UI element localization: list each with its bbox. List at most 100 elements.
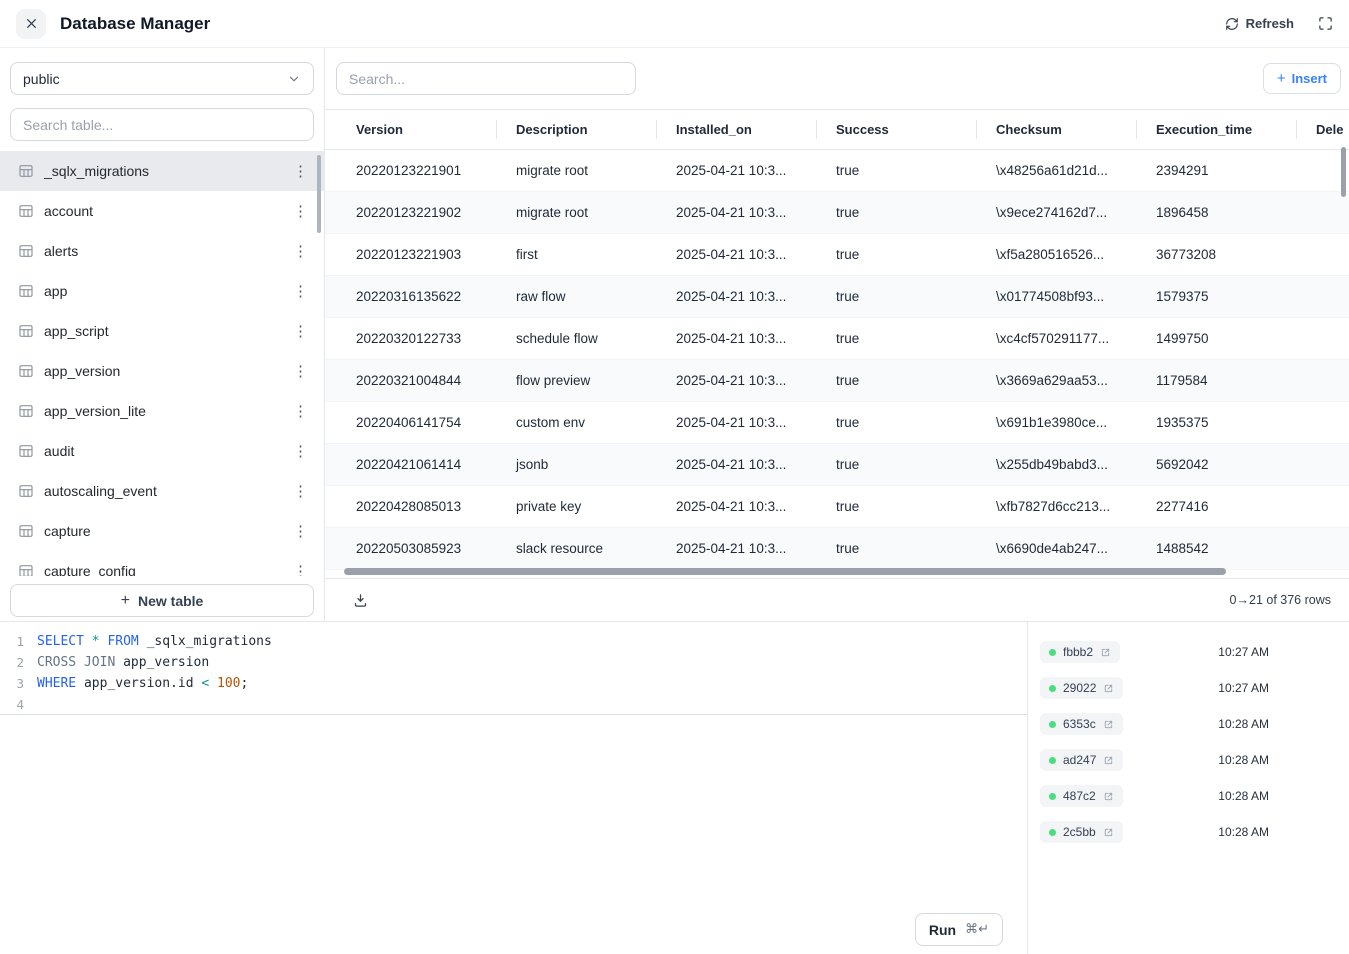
insert-button[interactable]: + Insert <box>1263 63 1341 94</box>
table-menu-button[interactable]: ⋮ <box>291 444 310 459</box>
cell-version: 20220123221902 <box>336 192 496 233</box>
sidebar-item-autoscaling_event[interactable]: autoscaling_event⋮ <box>0 471 324 511</box>
run-id: fbbb2 <box>1063 645 1093 659</box>
line-number: 3 <box>0 673 24 694</box>
table-menu-button[interactable]: ⋮ <box>291 524 310 539</box>
code-line: 3WHERE app_version.id < 100; <box>0 673 1027 694</box>
code-text <box>24 694 37 714</box>
history-item[interactable]: ad24710:28 AM <box>1028 742 1349 778</box>
horizontal-scrollbar[interactable] <box>344 568 1226 575</box>
history-item[interactable]: 487c210:28 AM <box>1028 778 1349 814</box>
sidebar-item-app_version[interactable]: app_version⋮ <box>0 351 324 391</box>
sidebar-item-account[interactable]: account⋮ <box>0 191 324 231</box>
cell-execution_time: 36773208 <box>1136 234 1296 275</box>
fullscreen-button[interactable] <box>1318 16 1333 31</box>
run-id: 487c2 <box>1063 789 1096 803</box>
column-header-description[interactable]: Description <box>496 110 656 149</box>
run-badge[interactable]: 29022 <box>1040 677 1123 699</box>
cell-version: 20220428085013 <box>336 486 496 527</box>
column-header-execution_time[interactable]: Execution_time <box>1136 110 1296 149</box>
table-icon <box>18 523 34 539</box>
history-item[interactable]: 2c5bb 10:28 AM <box>1028 814 1349 850</box>
run-badge[interactable]: fbbb2 <box>1040 641 1120 663</box>
sidebar-item-capture_config[interactable]: capture_config⋮ <box>0 551 324 576</box>
sidebar-item-audit[interactable]: audit⋮ <box>0 431 324 471</box>
run-badge[interactable]: 487c2 <box>1040 785 1123 807</box>
refresh-icon <box>1225 17 1239 31</box>
cell-deleted <box>1296 234 1349 275</box>
history-item[interactable]: 2902210:27 AM <box>1028 670 1349 706</box>
sidebar-item-app_script[interactable]: app_script ⋮ <box>0 311 324 351</box>
table-icon <box>18 163 34 179</box>
table-menu-button[interactable]: ⋮ <box>291 284 310 299</box>
column-header-deleted[interactable]: Dele <box>1296 110 1349 149</box>
chevron-down-icon <box>287 72 301 86</box>
table-name-label: app_script <box>44 323 281 339</box>
column-header-success[interactable]: Success <box>816 110 976 149</box>
sidebar-item-_sqlx_migrations[interactable]: _sqlx_migrations⋮ <box>0 151 324 191</box>
cell-execution_time: 1179584 <box>1136 360 1296 401</box>
vertical-scrollbar[interactable] <box>1341 147 1346 197</box>
table-row[interactable]: 20220316135622raw flow2025-04-21 10:3...… <box>325 276 1349 318</box>
table-menu-button[interactable]: ⋮ <box>291 244 310 259</box>
cell-success: true <box>816 486 976 527</box>
cell-deleted <box>1296 528 1349 569</box>
cell-version: 20220320122733 <box>336 318 496 359</box>
table-row[interactable]: 20220123221902migrate root2025-04-21 10:… <box>325 192 1349 234</box>
sidebar-item-app[interactable]: app⋮ <box>0 271 324 311</box>
run-badge[interactable]: 6353c <box>1040 713 1123 735</box>
status-dot-success <box>1049 649 1056 656</box>
table-row[interactable]: 20220123221901migrate root2025-04-21 10:… <box>325 150 1349 192</box>
cell-version: 20220316135622 <box>336 276 496 317</box>
table-menu-button[interactable]: ⋮ <box>291 564 310 577</box>
table-menu-button[interactable]: ⋮ <box>291 404 310 419</box>
table-row[interactable]: 20220503085923slack resource2025-04-21 1… <box>325 528 1349 570</box>
run-shortcut-hint: ⌘↵ <box>965 922 989 937</box>
run-badge[interactable]: ad247 <box>1040 749 1123 771</box>
table-row[interactable]: 20220406141754custom env2025-04-21 10:3.… <box>325 402 1349 444</box>
status-dot-success <box>1049 721 1056 728</box>
cell-deleted <box>1296 444 1349 485</box>
history-item[interactable]: fbbb210:27 AM <box>1028 634 1349 670</box>
refresh-button[interactable]: Refresh <box>1225 16 1294 31</box>
column-header-version[interactable]: Version <box>336 110 496 149</box>
sidebar-item-alerts[interactable]: alerts⋮ <box>0 231 324 271</box>
cell-installed_on: 2025-04-21 10:3... <box>656 318 816 359</box>
column-header-checksum[interactable]: Checksum <box>976 110 1136 149</box>
table-row[interactable]: 20220421061414jsonb2025-04-21 10:3...tru… <box>325 444 1349 486</box>
cell-version: 20220421061414 <box>336 444 496 485</box>
table-name-label: app_version_lite <box>44 403 281 419</box>
sidebar-item-app_version_lite[interactable]: app_version_lite ⋮ <box>0 391 324 431</box>
table-row[interactable]: 20220428085013private key2025-04-21 10:3… <box>325 486 1349 528</box>
sql-editor[interactable]: 1SELECT * FROM _sqlx_migrations2CROSS JO… <box>0 622 1027 954</box>
schema-select[interactable]: public <box>10 62 314 95</box>
cell-deleted <box>1296 402 1349 443</box>
run-button[interactable]: Run ⌘↵ <box>915 913 1003 946</box>
sidebar-item-capture[interactable]: capture⋮ <box>0 511 324 551</box>
close-button[interactable] <box>16 9 46 39</box>
history-item[interactable]: 6353c10:28 AM <box>1028 706 1349 742</box>
table-menu-button[interactable]: ⋮ <box>291 484 310 499</box>
cell-checksum: \xc4cf570291177... <box>976 318 1136 359</box>
table-row[interactable]: 20220320122733schedule flow2025-04-21 10… <box>325 318 1349 360</box>
sidebar-scrollbar[interactable] <box>317 155 321 233</box>
column-header-installed_on[interactable]: Installed_on <box>656 110 816 149</box>
cell-installed_on: 2025-04-21 10:3... <box>656 528 816 569</box>
table-panel: + Insert VersionDescriptionInstalled_onS… <box>325 48 1349 621</box>
table-menu-button[interactable]: ⋮ <box>291 324 310 339</box>
cell-success: true <box>816 402 976 443</box>
download-button[interactable] <box>353 593 368 608</box>
table-row[interactable]: 20220321004844flow preview2025-04-21 10:… <box>325 360 1349 402</box>
table-search-input[interactable] <box>10 108 314 141</box>
line-number: 4 <box>0 694 24 714</box>
cell-description: private key <box>496 486 656 527</box>
table-menu-button[interactable]: ⋮ <box>291 364 310 379</box>
cell-execution_time: 5692042 <box>1136 444 1296 485</box>
table-row[interactable]: 20220123221903first2025-04-21 10:3...tru… <box>325 234 1349 276</box>
run-badge[interactable]: 2c5bb <box>1040 821 1123 843</box>
run-time: 10:28 AM <box>1218 825 1269 839</box>
rows-search-input[interactable] <box>336 62 636 95</box>
new-table-button[interactable]: + New table <box>10 584 314 617</box>
table-menu-button[interactable]: ⋮ <box>291 204 310 219</box>
table-menu-button[interactable]: ⋮ <box>291 164 310 179</box>
